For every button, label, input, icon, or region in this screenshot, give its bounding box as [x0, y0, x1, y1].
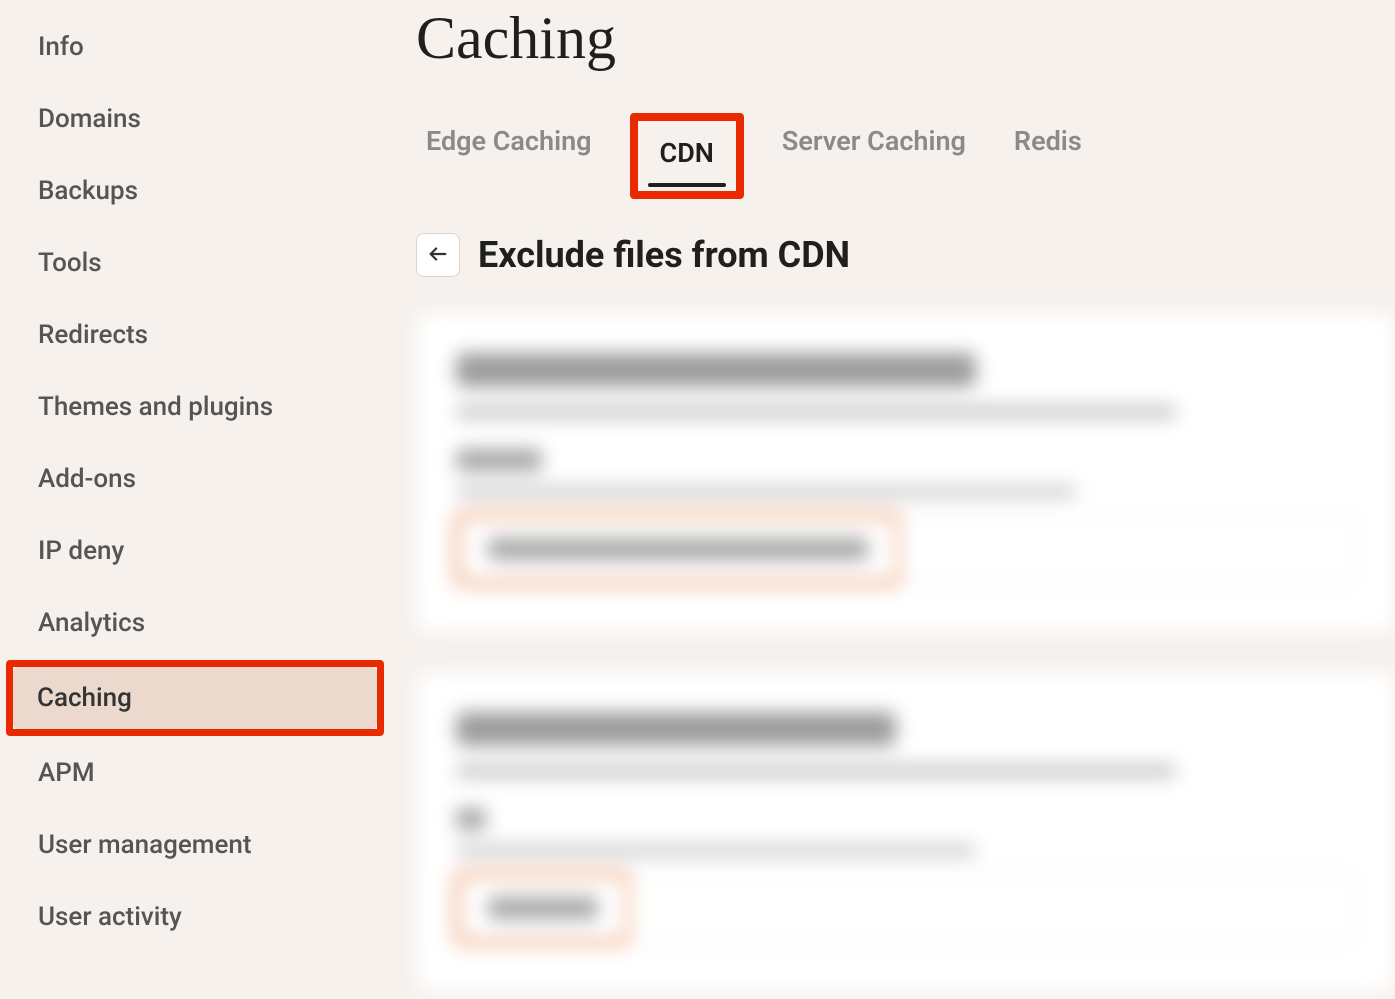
blurred-input-remainder [900, 514, 1355, 584]
exclude-directory-card [416, 313, 1395, 632]
back-button[interactable] [416, 233, 460, 277]
blurred-chipbox [456, 514, 900, 584]
tab-server-caching[interactable]: Server Caching [772, 113, 976, 169]
blurred-input[interactable] [456, 514, 1355, 584]
annotation-highlight-tab: CDN [630, 113, 744, 199]
blurred-input-remainder [630, 873, 1355, 943]
sidebar-item-domains[interactable]: Domains [8, 84, 382, 154]
tab-edge-caching[interactable]: Edge Caching [416, 113, 602, 169]
annotation-highlight-sidebar: Caching [6, 660, 384, 736]
sidebar-item-redirects[interactable]: Redirects [8, 300, 382, 370]
blurred-help-text [456, 485, 1076, 498]
blurred-description [456, 405, 1176, 419]
tab-cdn[interactable]: CDN [656, 121, 718, 191]
sidebar-item-user-activity[interactable]: User activity [8, 882, 382, 952]
sidebar-item-apm[interactable]: APM [8, 738, 382, 808]
section-title: Exclude files from CDN [478, 234, 850, 276]
sidebar-item-backups[interactable]: Backups [8, 156, 382, 226]
exclude-url-card [416, 672, 1395, 991]
blurred-input[interactable] [456, 873, 1355, 943]
sidebar: Info Domains Backups Tools Redirects The… [0, 0, 390, 999]
sidebar-item-add-ons[interactable]: Add-ons [8, 444, 382, 514]
main-content: Caching Edge Caching CDN Server Caching … [390, 0, 1395, 999]
sidebar-item-ip-deny[interactable]: IP deny [8, 516, 382, 586]
blurred-heading [456, 712, 896, 746]
sidebar-item-caching[interactable]: Caching [13, 667, 377, 729]
sidebar-item-analytics[interactable]: Analytics [8, 588, 382, 658]
tab-redis[interactable]: Redis [1004, 113, 1092, 169]
sidebar-item-tools[interactable]: Tools [8, 228, 382, 298]
blurred-field-label [456, 449, 542, 471]
sidebar-item-user-management[interactable]: User management [8, 810, 382, 880]
sidebar-item-info[interactable]: Info [8, 12, 382, 82]
blurred-help-text [456, 844, 976, 857]
section-header: Exclude files from CDN [416, 233, 1395, 277]
tabs: Edge Caching CDN Server Caching Redis [416, 113, 1395, 199]
blurred-chip-text [488, 538, 868, 560]
blurred-chipbox [456, 873, 630, 943]
blurred-heading [456, 353, 976, 387]
blurred-field-label [456, 808, 486, 830]
blurred-description [456, 764, 1176, 778]
page-title: Caching [416, 4, 1395, 73]
sidebar-item-themes-and-plugins[interactable]: Themes and plugins [8, 372, 382, 442]
blurred-chip-text [488, 897, 598, 919]
arrow-left-icon [427, 243, 449, 268]
